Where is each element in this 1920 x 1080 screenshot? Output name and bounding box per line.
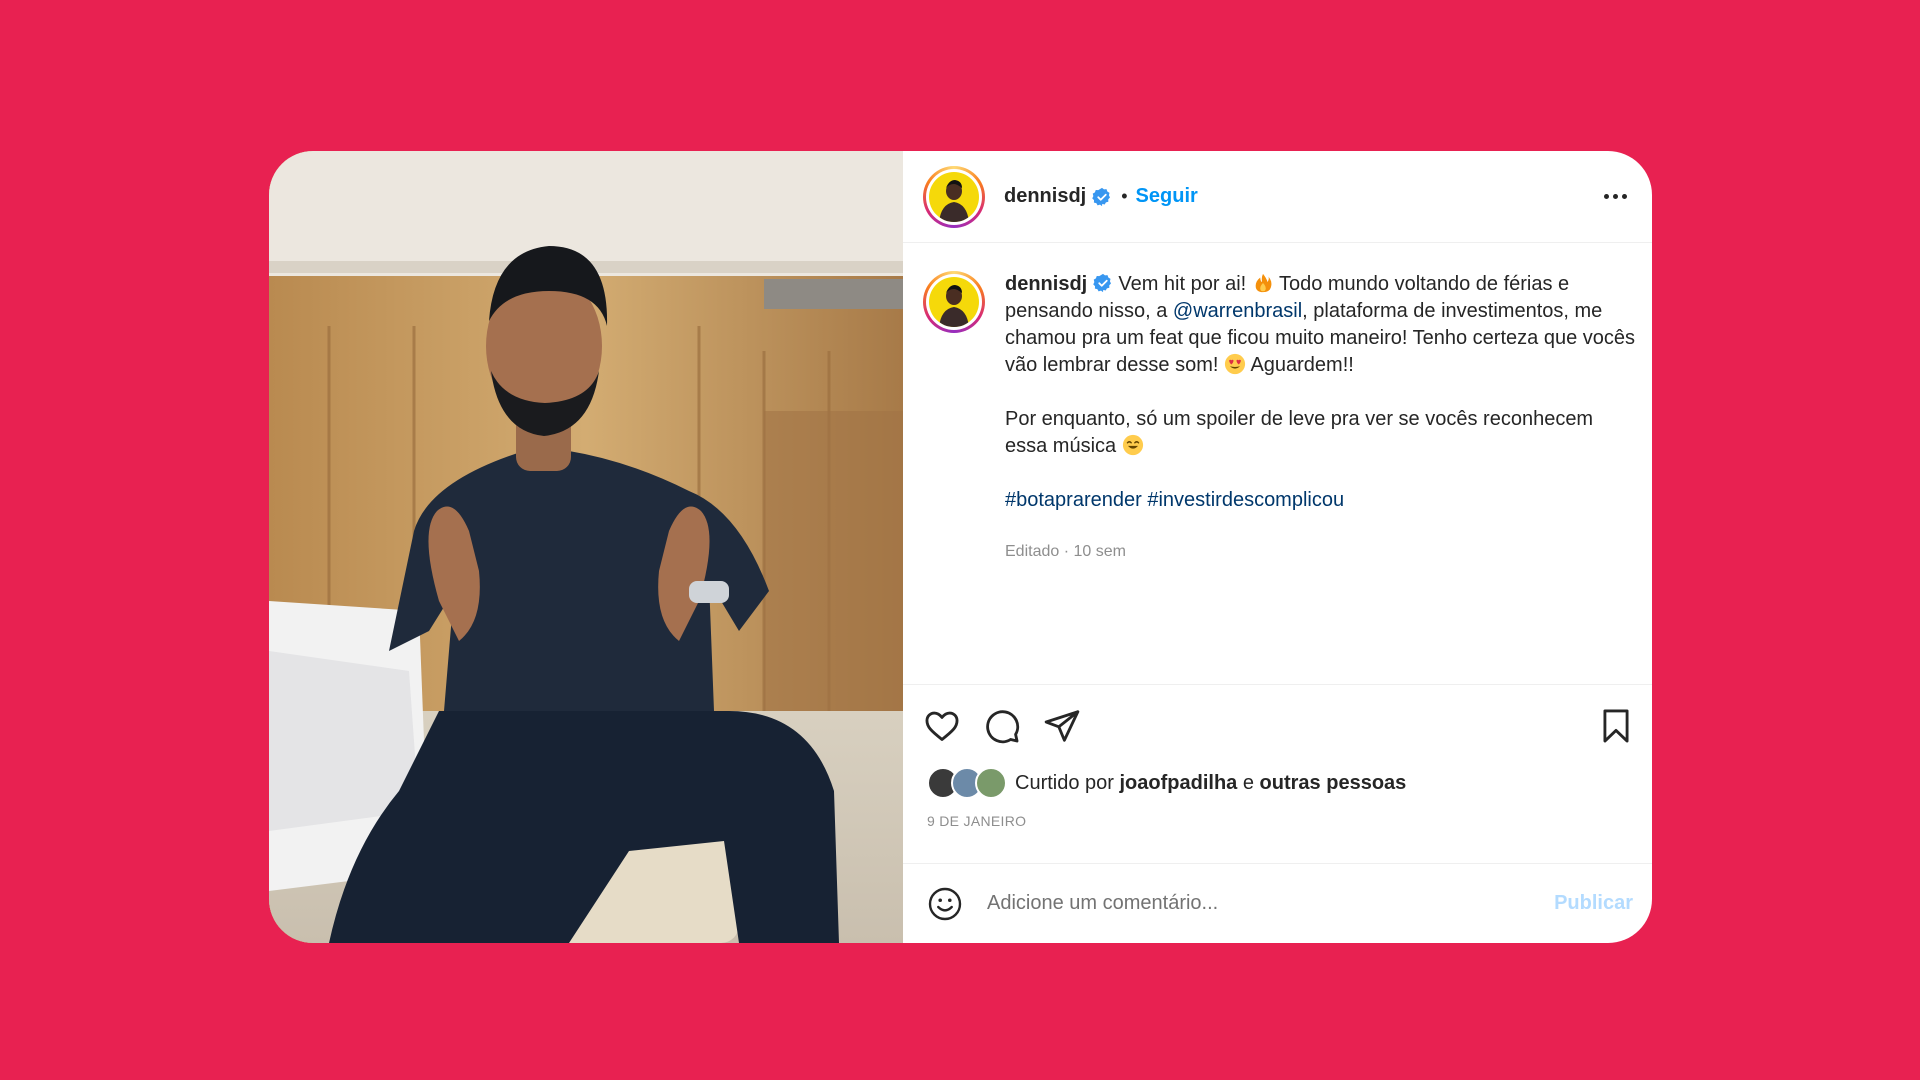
hashtag-investirdescomplicou[interactable]: #investirdescomplicou [1147,489,1344,511]
caption-section: dennisdj Vem hit por ai! Todo mundo volt… [903,243,1652,684]
comment-composer: Publicar [903,863,1652,943]
follow-button[interactable]: Seguir [1136,185,1198,208]
paper-plane-icon[interactable] [1043,707,1081,745]
liker-avatars[interactable] [923,767,1007,799]
action-bar [923,685,1635,765]
video-frame-image [269,151,903,943]
post-details-panel: dennisdj • Seguir dennisdj Vem hit por a… [903,151,1652,943]
liked-by-others[interactable]: outras pessoas [1260,772,1407,795]
edited-label: Editado [1005,543,1060,560]
fire-emoji-icon [1255,273,1272,293]
hashtag-botaprarender[interactable]: #botaprarender [1005,489,1142,511]
post-video[interactable] [269,151,903,943]
post-card: dennisdj • Seguir dennisdj Vem hit por a… [269,151,1652,943]
post-date[interactable]: 9 DE JANEIRO [927,813,1635,863]
caption-author-avatar[interactable] [923,271,985,333]
author-username[interactable]: dennisdj [1004,185,1086,208]
likes-summary: Curtido por joaofpadilha e outras pessoa… [923,763,1635,803]
more-horizontal-icon[interactable] [1598,188,1633,205]
separator-dot: • [1121,186,1128,206]
heart-icon[interactable] [923,707,961,745]
heart-eyes-emoji-icon [1224,353,1246,375]
caption-line-2: Por enquanto, só um spoiler de leve pra … [1005,408,1594,457]
caption-text: dennisdj Vem hit por ai! Todo mundo volt… [1005,271,1635,684]
liked-by-joiner: e [1242,771,1254,794]
post-meta: Editado · 10 sem [1005,538,1635,565]
author-avatar[interactable] [923,165,985,228]
mention-link[interactable]: @warrenbrasil [1173,300,1302,322]
verified-badge-icon [1092,187,1111,206]
post-header: dennisdj • Seguir [903,151,1652,243]
comment-input[interactable] [985,891,1555,916]
caption-line-1a: Vem hit por ai! [1118,273,1247,295]
comment-icon[interactable] [983,707,1021,745]
post-age[interactable]: 10 sem [1073,543,1125,560]
publish-button[interactable]: Publicar [1554,892,1633,915]
engagement-section: Curtido por joaofpadilha e outras pessoa… [903,684,1652,863]
smiley-icon[interactable] [927,886,963,922]
verified-badge-icon [1093,273,1111,293]
bookmark-icon[interactable] [1597,707,1635,745]
caption-username[interactable]: dennisdj [1005,273,1087,295]
meta-separator: · [1059,543,1074,560]
liked-by-user[interactable]: joaofpadilha [1120,772,1238,795]
liked-by-prefix: Curtido por [1015,771,1114,794]
smiling-emoji-icon [1122,434,1143,456]
caption-line-1d: Aguardem!! [1250,354,1354,376]
